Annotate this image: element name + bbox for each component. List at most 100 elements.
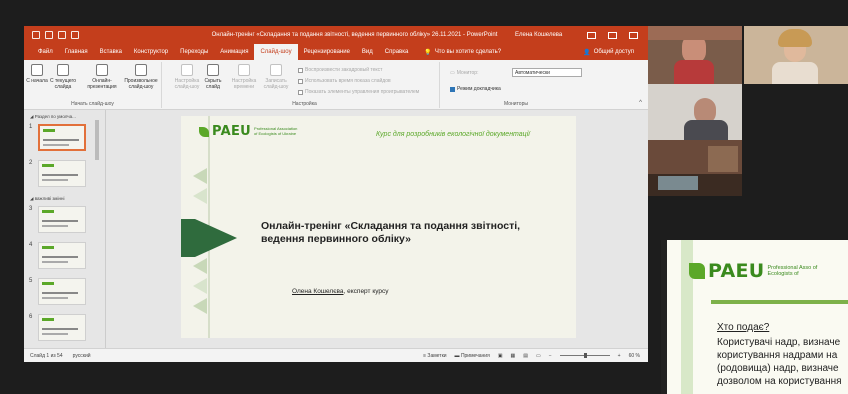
slide-title: Онлайн-тренінг «Складання та подання зві… [261, 220, 521, 245]
slide-thumbnail[interactable] [38, 314, 86, 341]
present-online-button[interactable]: Онлайн-презентация [86, 64, 118, 90]
group-label: Мониторы [504, 101, 528, 107]
video-tile-4[interactable] [648, 140, 742, 196]
tab-view[interactable]: Вид [356, 44, 379, 60]
shared-body: Користувачі надр, визначе користування н… [717, 337, 842, 387]
zoom-level[interactable]: 60 % [629, 353, 640, 359]
paeu-logo: PAEU Professional Asso of Ecologists of [689, 260, 828, 282]
comments-button[interactable]: ▬ Примечания [455, 353, 490, 359]
slideshow-view-icon[interactable]: ▭ [536, 353, 541, 359]
slide-thumbnail[interactable] [38, 242, 86, 269]
slide-thumbnail[interactable] [38, 124, 86, 151]
slide-number: 3 [29, 206, 33, 212]
hide-slide-icon [207, 64, 219, 76]
quick-access-toolbar [24, 31, 194, 39]
projector-icon [57, 64, 69, 76]
window-controls [587, 31, 648, 39]
slide-number: 2 [29, 160, 33, 166]
slide-editor: PAEU Professional Association of Ecologi… [106, 110, 648, 348]
share-button[interactable]: 👤 Общий доступ [577, 44, 640, 60]
tab-home[interactable]: Главная [59, 44, 94, 60]
from-beginning-button[interactable]: С начала [26, 64, 48, 84]
record-slideshow-button[interactable]: Записать слайд-шоу [260, 64, 292, 90]
zoom-slider[interactable] [559, 353, 610, 358]
slide-thumbnail[interactable] [38, 160, 86, 187]
play-narrations-checkbox[interactable]: Воспроизвести закадровый текст [298, 67, 382, 73]
rehearse-timings-button[interactable]: Настройка времени [228, 64, 260, 90]
document-title: Онлайн-тренінг «Складання та подання зві… [211, 32, 498, 38]
user-name[interactable]: Елена Кошелева [515, 32, 587, 38]
slide-thumbnail[interactable] [38, 206, 86, 233]
setup-slideshow-button[interactable]: Настройка слайд-шоу [172, 64, 202, 90]
slide-number: 4 [29, 242, 33, 248]
title-bar: Онлайн-тренінг «Складання та подання зві… [24, 26, 648, 44]
timer-icon [238, 64, 250, 76]
tab-review[interactable]: Рецензирование [298, 44, 356, 60]
slide-thumbnail[interactable] [38, 278, 86, 305]
paeu-logo: PAEU Professional Association of Ecologi… [199, 124, 298, 139]
save-icon[interactable] [32, 31, 40, 39]
slide-author: Олена Кошелєва, експерт курсу [292, 288, 389, 295]
zoom-in-icon[interactable]: + [618, 353, 621, 359]
ribbon-tabs: Файл Главная Вставка Конструктор Переход… [24, 44, 648, 60]
shared-screen-preview[interactable]: PAEU Professional Asso of Ecologists of … [661, 240, 848, 394]
show-media-controls-checkbox[interactable]: Показать элементы управления проигрывате… [298, 89, 419, 95]
section-important[interactable]: ◢ важливі змінні [30, 196, 64, 202]
notes-button[interactable]: ≡ Заметки [423, 353, 446, 359]
setup-icon [181, 64, 193, 76]
minimize-icon[interactable] [587, 31, 596, 39]
tab-slideshow[interactable]: Слайд-шоу [254, 44, 298, 60]
green-line [711, 300, 848, 304]
zoom-out-icon[interactable]: − [549, 353, 552, 359]
group-label: Настройка [292, 101, 317, 107]
setup-group: Настройка слайд-шоу Скрыть слайд Настрой… [170, 62, 440, 108]
thumbnail-pane: ◢ Раздел по умолча... 1 2 ◢ важливі змін… [24, 110, 106, 348]
lightbulb-icon: 💡 [424, 49, 432, 56]
redo-icon[interactable] [58, 31, 66, 39]
tab-insert[interactable]: Вставка [94, 44, 128, 60]
ribbon: С начала С текущего слайда Онлайн-презен… [24, 60, 648, 110]
undo-icon[interactable] [45, 31, 53, 39]
slide-sorter-icon[interactable]: ▦ [511, 353, 516, 359]
from-current-button[interactable]: С текущего слайда [48, 64, 78, 90]
video-tile-2[interactable] [744, 26, 848, 84]
video-tile-1[interactable] [648, 26, 742, 84]
close-icon[interactable] [629, 31, 638, 39]
tab-animations[interactable]: Анимация [214, 44, 254, 60]
globe-icon [96, 64, 108, 76]
slide-number: 6 [29, 314, 33, 320]
hide-slide-button[interactable]: Скрыть слайд [202, 64, 224, 90]
collapse-ribbon-icon[interactable]: ^ [639, 100, 642, 106]
monitor-select[interactable]: Автоматически [512, 68, 582, 77]
tab-help[interactable]: Справка [379, 44, 415, 60]
leaf-icon [199, 126, 209, 137]
reading-view-icon[interactable]: ▤ [523, 353, 528, 359]
video-tile-3[interactable] [648, 84, 742, 140]
normal-view-icon[interactable]: ▣ [498, 353, 503, 359]
current-slide[interactable]: PAEU Professional Association of Ecologi… [181, 116, 576, 338]
slide-number: 1 [29, 124, 33, 130]
language-indicator[interactable]: русский [73, 353, 91, 359]
tell-me-box[interactable]: 💡 Что вы хотите сделать? [418, 44, 507, 60]
tab-file[interactable]: Файл [32, 44, 59, 60]
custom-slideshow-button[interactable]: Произвольное слайд-шоу [122, 64, 160, 90]
record-icon [270, 64, 282, 76]
slide-number: 5 [29, 278, 33, 284]
shared-heading: Хто подає? [717, 322, 770, 333]
course-title: Курс для розробників екологічної докумен… [376, 131, 530, 138]
status-bar: Слайд 1 из 54 русский ≡ Заметки ▬ Примеч… [24, 348, 648, 362]
thumbnail-scrollbar[interactable] [94, 112, 100, 344]
use-timings-checkbox[interactable]: Использовать время показа слайдов [298, 78, 391, 84]
monitor-label: ▭ Монитор: [450, 70, 479, 76]
tab-transitions[interactable]: Переходы [174, 44, 214, 60]
section-default[interactable]: ◢ Раздел по умолча... [30, 114, 76, 120]
tab-design[interactable]: Конструктор [128, 44, 174, 60]
presenter-view-checkbox[interactable]: Режим докладчика [450, 86, 501, 92]
start-from-beginning-icon[interactable] [71, 31, 79, 39]
powerpoint-window: Онлайн-тренінг «Складання та подання зві… [24, 26, 648, 362]
slides-icon [135, 64, 147, 76]
start-slideshow-group: С начала С текущего слайда Онлайн-презен… [24, 62, 162, 108]
maximize-icon[interactable] [608, 31, 617, 39]
arrow-bar [181, 219, 195, 257]
slide-counter: Слайд 1 из 54 [30, 352, 63, 359]
